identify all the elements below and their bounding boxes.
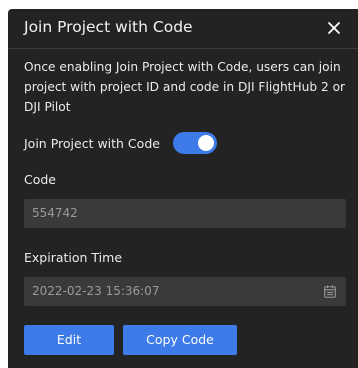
switch-knob	[197, 135, 214, 151]
join-toggle-row: Join Project with Code	[24, 131, 217, 155]
join-project-dialog: Join Project with Code Once enabling Joi…	[8, 9, 358, 368]
code-value: 554742	[32, 206, 78, 220]
close-icon	[328, 22, 340, 34]
dialog-description: Once enabling Join Project with Code, us…	[24, 60, 346, 114]
dialog-header: Join Project with Code	[8, 9, 358, 49]
expiration-field[interactable]: 2022-02-23 15:36:07	[24, 277, 346, 306]
join-toggle-switch[interactable]	[172, 132, 217, 154]
code-field[interactable]: 554742	[24, 199, 346, 228]
copy-code-button[interactable]: Copy Code	[123, 325, 237, 355]
expiration-label: Expiration Time	[24, 250, 123, 265]
expiration-value: 2022-02-23 15:36:07	[32, 284, 160, 298]
edit-button[interactable]: Edit	[24, 325, 114, 355]
close-button[interactable]	[324, 18, 344, 38]
code-label: Code	[24, 172, 57, 187]
join-toggle-label: Join Project with Code	[24, 135, 160, 151]
calendar-icon[interactable]	[324, 285, 336, 298]
dialog-title: Join Project with Code	[24, 18, 193, 36]
